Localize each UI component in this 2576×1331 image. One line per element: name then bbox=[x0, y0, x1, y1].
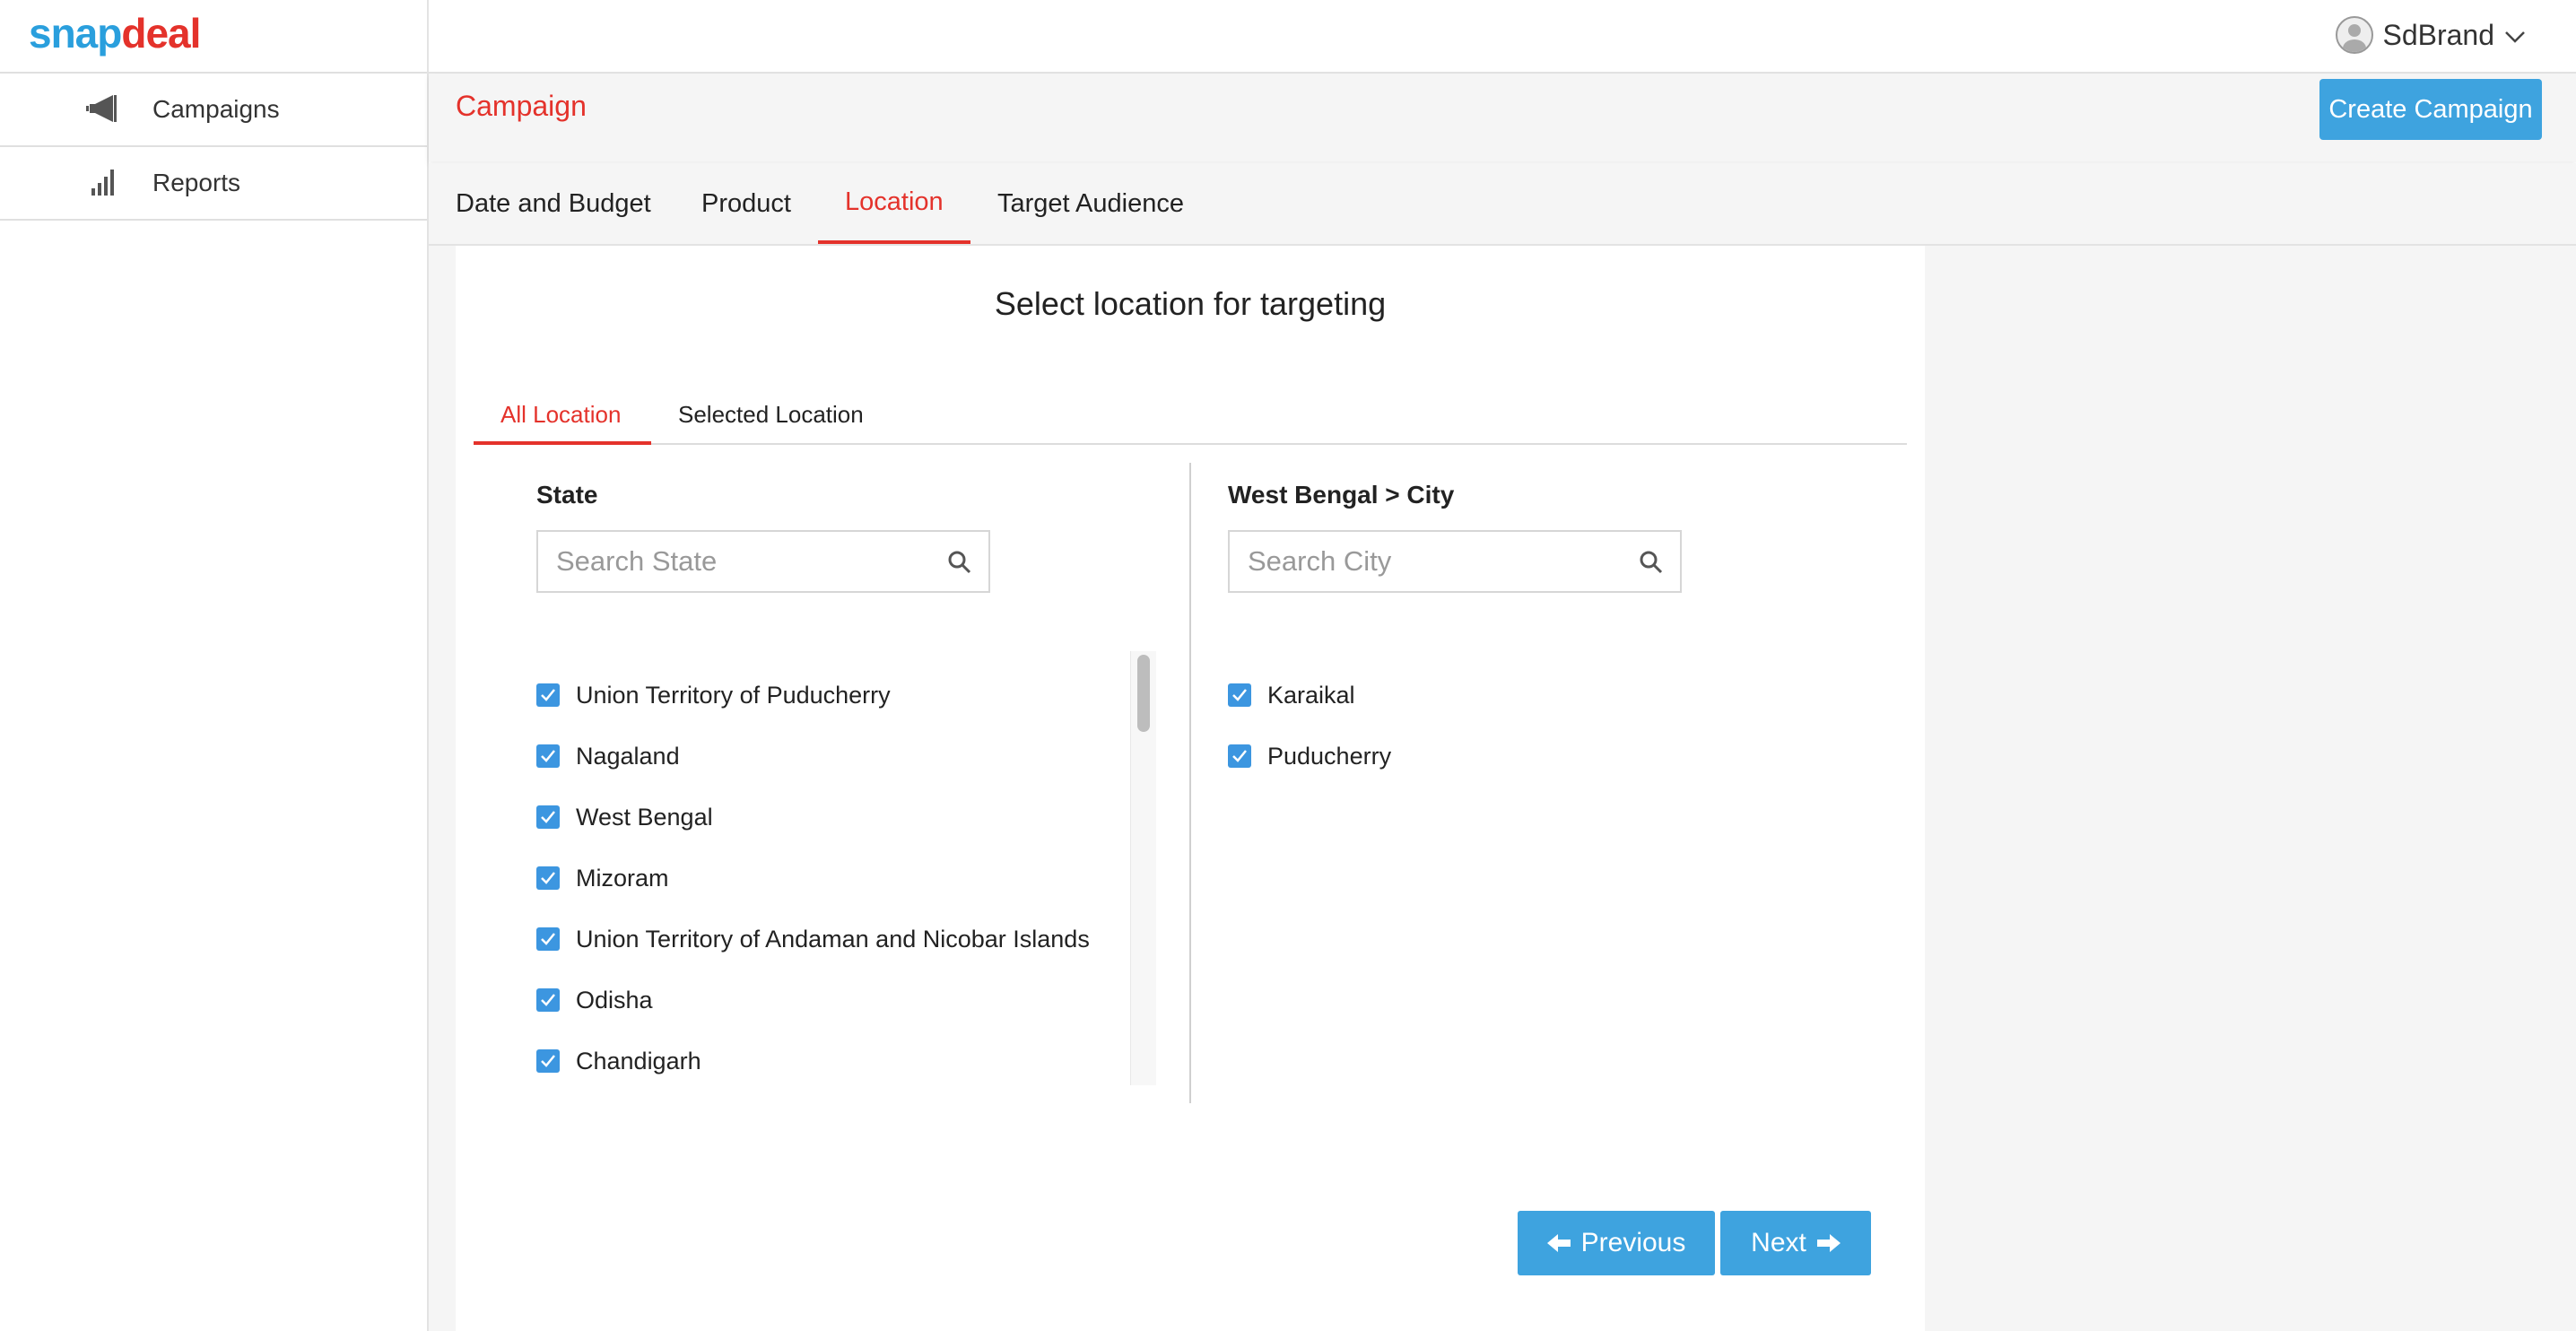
checkbox-checked[interactable] bbox=[1228, 683, 1251, 707]
previous-button[interactable]: Previous bbox=[1518, 1211, 1715, 1275]
create-campaign-button[interactable]: Create Campaign bbox=[2319, 79, 2542, 140]
tab-location[interactable]: Location bbox=[818, 163, 970, 244]
state-item[interactable]: Union Territory of Puducherry bbox=[536, 677, 891, 713]
city-search-box bbox=[1228, 530, 1682, 593]
state-search-box bbox=[536, 530, 990, 593]
state-item[interactable]: Mizoram bbox=[536, 860, 669, 896]
user-menu[interactable]: SdBrand bbox=[2336, 16, 2527, 54]
sidebar-divider bbox=[0, 219, 427, 221]
city-search-input[interactable] bbox=[1230, 544, 1635, 579]
city-item[interactable]: Puducherry bbox=[1228, 738, 1391, 774]
user-avatar-icon bbox=[2336, 16, 2374, 54]
page-title: Campaign bbox=[456, 90, 587, 122]
checkbox-checked[interactable] bbox=[536, 744, 560, 768]
checkbox-checked[interactable] bbox=[536, 805, 560, 829]
tab-all-location[interactable]: All Location bbox=[500, 386, 621, 443]
city-item[interactable]: Karaikal bbox=[1228, 677, 1355, 713]
sidebar-item-label: Reports bbox=[152, 169, 241, 196]
chevron-down-icon bbox=[2503, 19, 2527, 52]
tab-date-and-budget[interactable]: Date and Budget bbox=[456, 163, 651, 244]
checkbox-checked[interactable] bbox=[536, 683, 560, 707]
arrow-left-icon bbox=[1546, 1232, 1572, 1254]
subtab-divider bbox=[474, 443, 1907, 445]
state-item[interactable]: Union Territory of Andaman and Nicobar I… bbox=[536, 921, 1090, 957]
location-panel: Select location for targeting All Locati… bbox=[456, 246, 1925, 1331]
state-item[interactable]: Nagaland bbox=[536, 738, 680, 774]
state-item[interactable]: Chandigarh bbox=[536, 1043, 701, 1079]
sidebar-item-label: Campaigns bbox=[152, 95, 280, 123]
active-tab-indicator bbox=[474, 441, 651, 445]
state-search-input[interactable] bbox=[538, 544, 944, 579]
search-icon[interactable] bbox=[947, 550, 972, 575]
checkbox-checked[interactable] bbox=[536, 1049, 560, 1073]
campaign-header: Campaign Create Campaign bbox=[429, 74, 2576, 161]
panel-title: Select location for targeting bbox=[994, 285, 1387, 322]
state-item[interactable]: West Bengal bbox=[536, 799, 713, 835]
step-tabs: Date and Budget Product Location Target … bbox=[429, 163, 2576, 246]
sidebar-item-campaigns[interactable]: Campaigns bbox=[0, 74, 427, 145]
next-button[interactable]: Next bbox=[1720, 1211, 1871, 1275]
tab-product[interactable]: Product bbox=[701, 163, 791, 244]
state-item[interactable]: Odisha bbox=[536, 982, 653, 1018]
checkbox-checked[interactable] bbox=[536, 988, 560, 1012]
city-heading: West Bengal > City bbox=[1228, 481, 1455, 509]
scrollbar-thumb[interactable] bbox=[1137, 655, 1150, 732]
user-name: SdBrand bbox=[2382, 18, 2494, 51]
checkbox-checked[interactable] bbox=[536, 866, 560, 890]
sidebar: snapdeal Campaigns Reports bbox=[0, 0, 429, 1331]
search-icon[interactable] bbox=[1639, 550, 1664, 575]
bar-chart-icon bbox=[86, 167, 122, 199]
tab-target-audience[interactable]: Target Audience bbox=[997, 163, 1184, 244]
snapdeal-logo[interactable]: snapdeal bbox=[29, 11, 201, 56]
top-header: SdBrand bbox=[429, 0, 2576, 74]
arrow-right-icon bbox=[1815, 1232, 1841, 1254]
column-divider bbox=[1189, 463, 1191, 1103]
checkbox-checked[interactable] bbox=[536, 927, 560, 951]
state-heading: State bbox=[536, 481, 598, 509]
sidebar-item-reports[interactable]: Reports bbox=[0, 147, 427, 219]
tab-selected-location[interactable]: Selected Location bbox=[678, 386, 864, 443]
checkbox-checked[interactable] bbox=[1228, 744, 1251, 768]
megaphone-icon bbox=[86, 93, 122, 126]
